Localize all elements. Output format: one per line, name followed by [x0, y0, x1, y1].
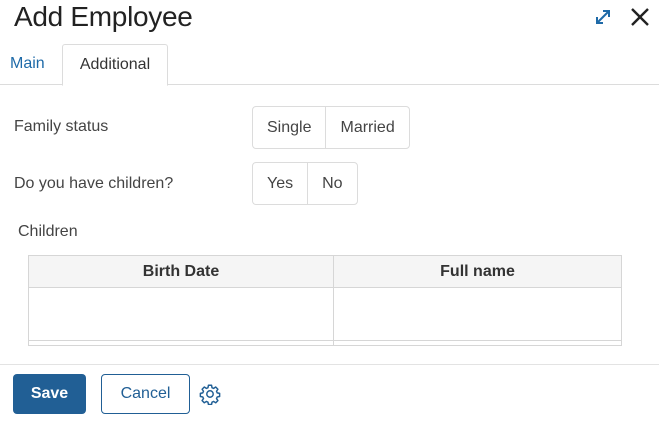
dialog-title: Add Employee [14, 1, 193, 32]
expand-icon[interactable] [590, 4, 616, 30]
has-children-option-no[interactable]: No [307, 163, 356, 204]
close-icon[interactable] [627, 4, 653, 30]
tab-additional[interactable]: Additional [62, 44, 168, 86]
column-header-full-name: Full name [440, 263, 515, 280]
tab-bar: Main Additional [0, 44, 659, 86]
has-children-selector: Yes No [252, 162, 358, 205]
column-header-birth-date: Birth Date [29, 256, 334, 287]
children-label: Children [18, 223, 78, 240]
children-table: Birth Date Full name [28, 255, 622, 346]
family-status-option-married[interactable]: Married [325, 107, 408, 148]
family-status-option-single[interactable]: Single [253, 107, 325, 148]
table-row-partial [29, 341, 621, 346]
full-name-cell[interactable] [334, 288, 621, 340]
has-children-label: Do you have children? [14, 175, 174, 192]
settings-gear-icon[interactable] [199, 383, 221, 406]
table-row[interactable] [29, 288, 621, 341]
family-status-selector: Single Married [252, 106, 410, 149]
full-name-cell-partial [334, 341, 621, 346]
table-header: Birth Date Full name [29, 256, 621, 288]
family-status-label: Family status [14, 118, 109, 135]
birth-date-cell[interactable] [29, 288, 334, 340]
footer-divider [0, 364, 659, 365]
birth-date-cell-partial [29, 341, 334, 346]
tab-main[interactable]: Main [10, 44, 45, 85]
cancel-button[interactable]: Cancel [101, 374, 190, 414]
save-button[interactable]: Save [13, 374, 86, 414]
has-children-option-yes[interactable]: Yes [253, 163, 307, 204]
